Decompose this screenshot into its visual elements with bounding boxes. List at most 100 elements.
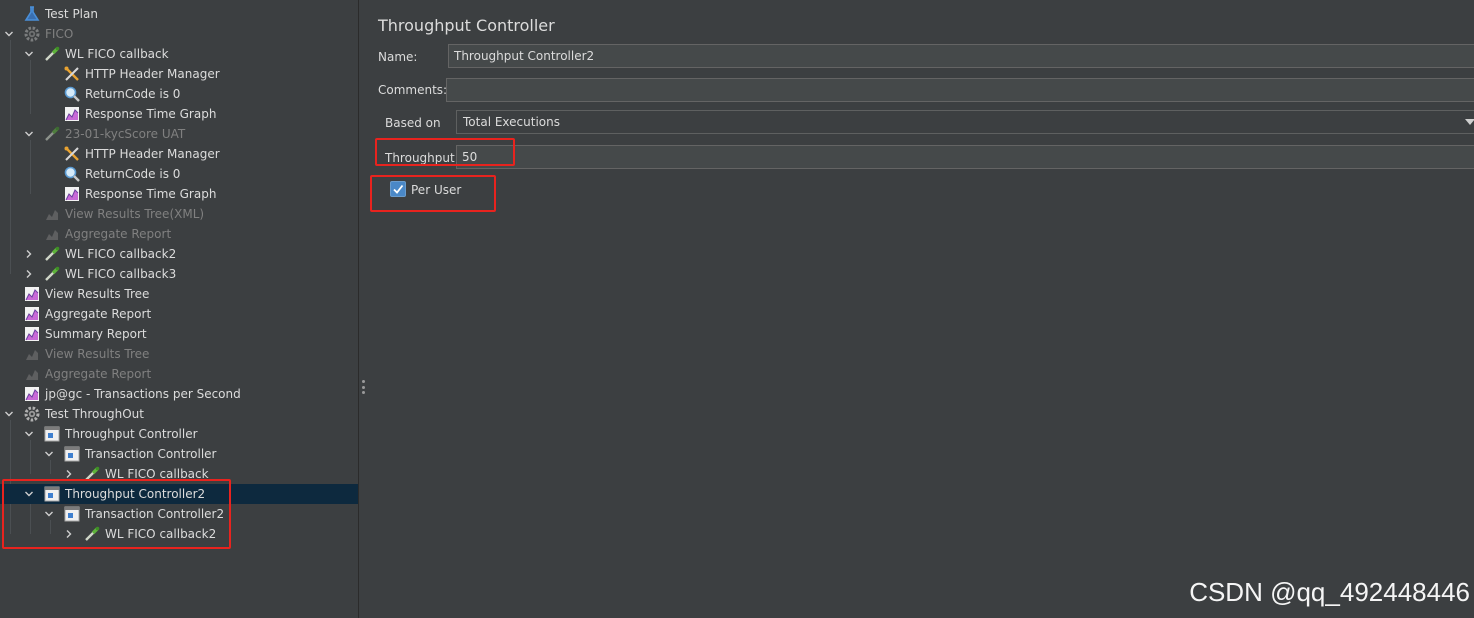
pipette-icon bbox=[43, 125, 61, 143]
tree-item[interactable]: WL FICO callback bbox=[0, 464, 358, 484]
tree-item-label: WL FICO callback2 bbox=[65, 247, 177, 261]
based-on-select[interactable]: Total Executions bbox=[456, 110, 1474, 134]
chevron-down-icon[interactable] bbox=[4, 404, 14, 424]
graph-icon bbox=[23, 325, 41, 343]
tree-item[interactable]: 23-01-kycScore UAT bbox=[0, 124, 358, 144]
tree-item[interactable]: Aggregate Report bbox=[0, 224, 358, 244]
tree-item[interactable]: FICO bbox=[0, 24, 358, 44]
tree-item[interactable]: HTTP Header Manager bbox=[0, 144, 358, 164]
tree-item-label: HTTP Header Manager bbox=[85, 67, 220, 81]
tree-item-label: Aggregate Report bbox=[45, 307, 152, 321]
chevron-down-icon[interactable] bbox=[44, 504, 54, 524]
graph-icon bbox=[23, 285, 41, 303]
tree-item[interactable]: HTTP Header Manager bbox=[0, 64, 358, 84]
tree-item[interactable]: View Results Tree bbox=[0, 344, 358, 364]
controller-icon bbox=[43, 425, 61, 443]
panel-splitter[interactable] bbox=[358, 0, 368, 618]
graph-icon bbox=[43, 225, 61, 243]
pipette-icon bbox=[83, 465, 101, 483]
chevron-down-icon[interactable] bbox=[24, 484, 34, 504]
comments-label: Comments: bbox=[378, 83, 448, 97]
magnifier-icon bbox=[63, 85, 81, 103]
gear-icon bbox=[23, 25, 41, 43]
tree-item-label: Test Plan bbox=[45, 7, 98, 21]
chevron-right-icon[interactable] bbox=[24, 244, 34, 264]
chevron-down-icon[interactable] bbox=[24, 424, 34, 444]
tree-item-label: ReturnCode is 0 bbox=[85, 167, 181, 181]
tree-item[interactable]: Response Time Graph bbox=[0, 104, 358, 124]
tree-item-label: Response Time Graph bbox=[85, 187, 217, 201]
tree-item[interactable]: View Results Tree(XML) bbox=[0, 204, 358, 224]
tree-item[interactable]: WL FICO callback bbox=[0, 44, 358, 64]
tree-item[interactable]: Aggregate Report bbox=[0, 364, 358, 384]
throughput-controller-panel: Throughput Controller Name: Throughput C… bbox=[368, 0, 1474, 618]
tree-item-label: WL FICO callback2 bbox=[105, 527, 217, 541]
checkmark-icon bbox=[393, 184, 404, 194]
tree-item-label: Transaction Controller2 bbox=[85, 507, 225, 521]
chevron-down-icon[interactable] bbox=[24, 124, 34, 144]
splitter-grip-icon bbox=[362, 380, 365, 394]
tree-item[interactable]: Test Plan bbox=[0, 4, 358, 24]
tree-item[interactable]: WL FICO callback2 bbox=[0, 524, 358, 544]
tree-item[interactable]: jp@gc - Transactions per Second bbox=[0, 384, 358, 404]
comments-field[interactable] bbox=[446, 78, 1474, 102]
tree-item[interactable]: WL FICO callback2 bbox=[0, 244, 358, 264]
graph-icon bbox=[23, 345, 41, 363]
tree-item-label: WL FICO callback bbox=[65, 47, 169, 61]
tree-item[interactable]: Transaction Controller bbox=[0, 444, 358, 464]
watermark-text: CSDN @qq_492448446 bbox=[1189, 577, 1470, 607]
tree-item-label: Response Time Graph bbox=[85, 107, 217, 121]
test-plan-tree: Test Plan FICO WL FICO callback HTTP Header… bbox=[0, 0, 358, 618]
graph-icon bbox=[63, 185, 81, 203]
tree-item[interactable]: ReturnCode is 0 bbox=[0, 164, 358, 184]
dropdown-arrow-icon bbox=[1465, 119, 1474, 125]
tree-item[interactable]: Aggregate Report bbox=[0, 304, 358, 324]
tree-item[interactable]: WL FICO callback3 bbox=[0, 264, 358, 284]
tools-icon bbox=[63, 65, 81, 83]
tree-item-label: View Results Tree bbox=[45, 287, 150, 301]
tree-item-label: HTTP Header Manager bbox=[85, 147, 220, 161]
controller-icon bbox=[63, 445, 81, 463]
tree-item-label: Test ThroughOut bbox=[45, 407, 144, 421]
tree-item-label: View Results Tree bbox=[45, 347, 150, 361]
tree-item[interactable]: Response Time Graph bbox=[0, 184, 358, 204]
chevron-down-icon[interactable] bbox=[44, 444, 54, 464]
tree-item-label: Throughput Controller2 bbox=[65, 487, 206, 501]
tree-item[interactable]: Throughput Controller2 bbox=[0, 484, 358, 504]
tree-item-label: Summary Report bbox=[45, 327, 147, 341]
graph-icon bbox=[23, 365, 41, 383]
tree-item-label: Aggregate Report bbox=[65, 227, 172, 241]
tree-item[interactable]: View Results Tree bbox=[0, 284, 358, 304]
tree-item-label: View Results Tree(XML) bbox=[65, 207, 205, 221]
chevron-down-icon[interactable] bbox=[4, 24, 14, 44]
based-on-label: Based on bbox=[385, 116, 441, 130]
chevron-right-icon[interactable] bbox=[64, 524, 74, 544]
controller-icon bbox=[63, 505, 81, 523]
tree-item-label: 23-01-kycScore UAT bbox=[65, 127, 186, 141]
gear-icon bbox=[23, 405, 41, 423]
tree-item[interactable]: ReturnCode is 0 bbox=[0, 84, 358, 104]
name-label: Name: bbox=[378, 50, 418, 64]
based-on-value: Total Executions bbox=[463, 115, 560, 129]
tree-item[interactable]: Test ThroughOut bbox=[0, 404, 358, 424]
tree-item-label: WL FICO callback3 bbox=[65, 267, 177, 281]
name-field[interactable]: Throughput Controller2 bbox=[448, 44, 1474, 68]
throughput-field[interactable]: 50 bbox=[456, 145, 1474, 169]
pipette-icon bbox=[43, 45, 61, 63]
tree-item-label: Throughput Controller bbox=[65, 427, 198, 441]
tree-item[interactable]: Transaction Controller2 bbox=[0, 504, 358, 524]
per-user-label: Per User bbox=[411, 183, 462, 197]
pipette-icon bbox=[83, 525, 101, 543]
graph-icon bbox=[63, 105, 81, 123]
per-user-checkbox[interactable] bbox=[390, 181, 406, 197]
throughput-label: Throughput bbox=[385, 151, 455, 165]
chevron-right-icon[interactable] bbox=[64, 464, 74, 484]
chevron-down-icon[interactable] bbox=[24, 44, 34, 64]
controller-icon bbox=[43, 485, 61, 503]
tree-item-label: FICO bbox=[45, 27, 74, 41]
tree-item[interactable]: Summary Report bbox=[0, 324, 358, 344]
pipette-icon bbox=[43, 265, 61, 283]
tree-item-label: jp@gc - Transactions per Second bbox=[45, 387, 241, 401]
chevron-right-icon[interactable] bbox=[24, 264, 34, 284]
tree-item[interactable]: Throughput Controller bbox=[0, 424, 358, 444]
